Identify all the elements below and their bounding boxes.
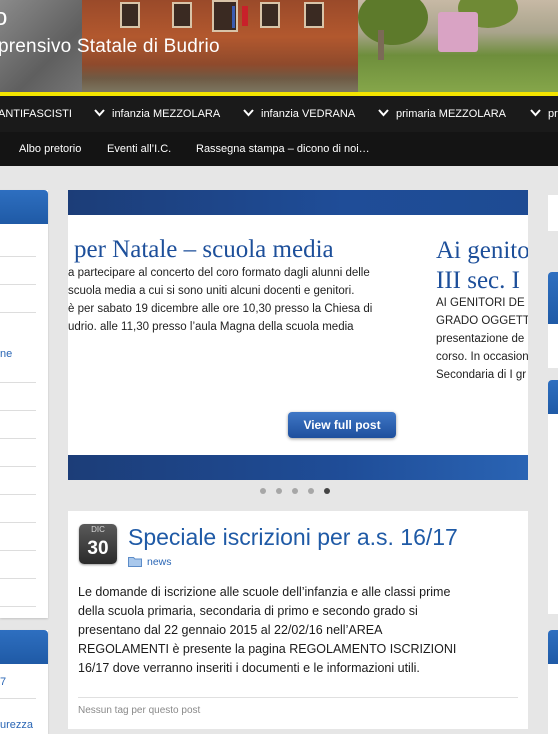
right-sidebar-widget [548, 195, 558, 231]
slide-excerpt-line: udrio. alle 11,30 presso l’aula Magna de… [68, 321, 354, 333]
list-item-divider [0, 466, 36, 467]
right-widget-header [548, 630, 558, 664]
chevron-down-icon [378, 96, 390, 132]
nav-item-primaria-truncated[interactable]: pr [530, 96, 558, 132]
slide-excerpt: a partecipare al concerto del coro forma… [68, 264, 372, 336]
slide-2-title-line: Ai genito [436, 237, 528, 264]
right-sidebar-widget [548, 324, 558, 368]
list-item-divider [0, 284, 36, 285]
slide-2-title[interactable]: Ai genito III sec. I [436, 236, 528, 296]
nav-item-rassegna-stampa[interactable]: Rassegna stampa – dicono di noi… [196, 132, 370, 166]
post-category-link[interactable]: news [147, 556, 172, 568]
list-item-divider [0, 256, 36, 257]
nav-item-eventi[interactable]: Eventi all’I.C. [107, 132, 171, 166]
post-tags: Nessun tag per questo post [78, 705, 201, 716]
slide-excerpt-line: Secondaria di I gr [436, 369, 527, 381]
nav-item-albo-pretorio[interactable]: Albo pretorio [19, 132, 81, 166]
nav-item-label: infanzia MEZZOLARA [112, 108, 221, 120]
slider-top-band [68, 190, 528, 215]
list-item-divider [0, 438, 36, 439]
list-item-divider [0, 382, 36, 383]
nav-item-label: infanzia VEDRANA [261, 108, 356, 120]
post-body-line: REGOLAMENTI è presente la pagina REGOLAM… [78, 642, 457, 656]
nav-item-infanzia-vedrana[interactable]: infanzia VEDRANA [243, 96, 355, 132]
post-body-line: 16/17 dove verranno inseriti i documenti… [78, 661, 420, 675]
post-body: Le domande di iscrizione alle scuole del… [78, 583, 518, 678]
left-widget-header [0, 190, 48, 224]
slide-excerpt-line: a partecipare al concerto del coro forma… [68, 267, 370, 279]
list-item-divider [0, 578, 36, 579]
post-body-line: presentano dal 22 gennaio 2015 al 22/02/… [78, 623, 383, 637]
date-month: DIC [91, 525, 105, 534]
sidebar-link[interactable]: urezza [0, 719, 33, 731]
right-widget-header [548, 272, 558, 324]
right-sidebar-widget [548, 664, 558, 734]
site-title[interactable]: o [0, 4, 7, 32]
post-body-line: della scuola primaria, secondaria di pri… [78, 604, 418, 618]
calendar-date-icon: DIC 30 [79, 524, 117, 564]
slide-excerpt-line: corso. In occasion [436, 351, 528, 363]
list-item-divider [0, 550, 36, 551]
sidebar-link[interactable]: ne [0, 348, 12, 360]
site-subtitle: prensivo Statale di Budrio [0, 36, 220, 57]
list-item-divider [0, 522, 36, 523]
list-item-divider [0, 494, 36, 495]
post-body-line: Le domande di iscrizione alle scuole del… [78, 585, 451, 599]
site-header: o prensivo Statale di Budrio [0, 0, 558, 92]
slider-dot[interactable] [308, 488, 314, 494]
slide-2-excerpt: AI GENITORI DE GRADO OGGETT presentazion… [436, 294, 528, 384]
featured-slider: per Natale – scuola media a partecipare … [68, 190, 528, 480]
nav-item-infanzia-mezzolara[interactable]: infanzia MEZZOLARA [94, 96, 220, 132]
slide-title[interactable]: per Natale – scuola media [74, 236, 334, 264]
chevron-down-icon [94, 96, 106, 132]
nav-item-primaria-mezzolara[interactable]: primaria MEZZOLARA [378, 96, 506, 132]
slide-excerpt-line: è per sabato 19 dicembre alle ore 10,30 … [68, 303, 373, 315]
list-item-divider [0, 698, 36, 699]
slider-dot[interactable] [292, 488, 298, 494]
right-widget-header [548, 380, 558, 414]
slider-dot-active[interactable] [324, 488, 330, 494]
primary-nav: ANTIFASCISTI infanzia MEZZOLARA infanzia… [0, 96, 558, 132]
post-title[interactable]: Speciale iscrizioni per a.s. 16/17 [128, 524, 458, 551]
nav-item-antifascisti[interactable]: ANTIFASCISTI [0, 96, 72, 132]
chevron-down-icon [530, 96, 542, 132]
left-sidebar-widget [0, 190, 48, 618]
slide-excerpt-line: AI GENITORI DE [436, 297, 525, 309]
left-widget-2-header [0, 630, 48, 664]
post-divider [78, 697, 518, 698]
slide-2-title-line: III sec. I [436, 267, 520, 294]
nav-item-label: pr [548, 108, 558, 120]
nav-item-label: primaria MEZZOLARA [396, 108, 507, 120]
view-full-post-button[interactable]: View full post [288, 412, 396, 438]
slider-dot[interactable] [276, 488, 282, 494]
slider-bottom-band [68, 455, 528, 480]
folder-icon [128, 557, 142, 567]
right-sidebar-widget [548, 414, 558, 614]
secondary-nav: Albo pretorio Eventi all’I.C. Rassegna s… [0, 132, 558, 166]
slide-excerpt-line: scuola media a cui si sono uniti alcuni … [68, 285, 355, 297]
list-item-divider [0, 312, 36, 313]
slide-excerpt-line: presentazione de [436, 333, 525, 345]
chevron-down-icon [243, 96, 255, 132]
header-photo-playground [358, 0, 558, 92]
slide-excerpt-line: GRADO OGGETT [436, 315, 528, 327]
nav-item-label: ANTIFASCISTI [0, 108, 72, 120]
blog-post: DIC 30 Speciale iscrizioni per a.s. 16/1… [68, 511, 528, 729]
list-item-divider [0, 606, 36, 607]
slider-dot[interactable] [260, 488, 266, 494]
list-item-divider [0, 410, 36, 411]
date-day: 30 [87, 538, 109, 559]
sidebar-link[interactable]: 7 [0, 676, 6, 688]
